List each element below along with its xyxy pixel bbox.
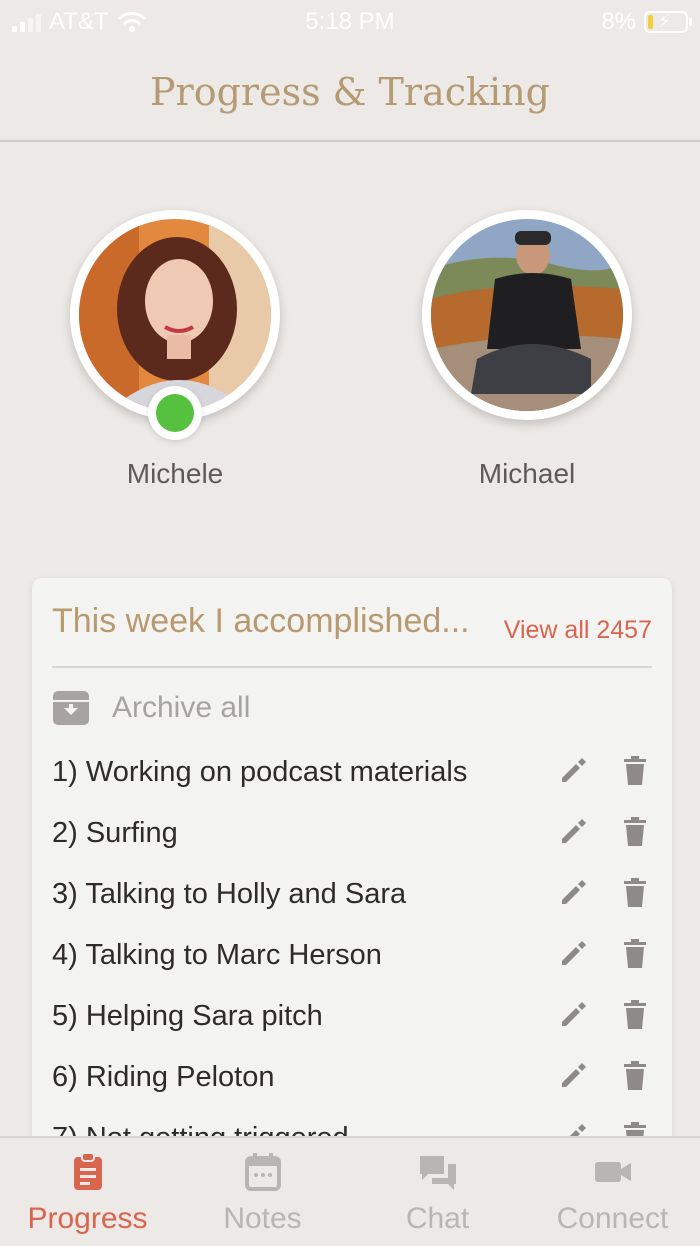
trash-icon[interactable]: [622, 817, 648, 847]
card-header: This week I accomplished... View all 245…: [52, 578, 652, 668]
tab-label: Connect: [556, 1202, 669, 1235]
list-item: 3) Talking to Holly and Sara: [32, 866, 672, 927]
list-item: 4) Talking to Marc Herson: [32, 927, 672, 988]
trash-icon[interactable]: [622, 878, 648, 908]
accomplishments-card: This week I accomplished... View all 245…: [32, 578, 672, 1198]
list-item: 6) Riding Peloton: [32, 1049, 672, 1110]
list-item: 1) Working on podcast materials: [32, 744, 672, 805]
pencil-icon[interactable]: [558, 939, 588, 969]
pencil-icon[interactable]: [558, 1061, 588, 1091]
pencil-icon[interactable]: [558, 817, 588, 847]
view-all-link[interactable]: View all 2457: [504, 616, 652, 645]
video-camera-icon: [594, 1162, 631, 1182]
chat-bubbles-icon: [419, 1156, 456, 1190]
status-bar: AT&T 5:18 PM 8% ⚡: [0, 0, 700, 44]
clipboard-icon: [73, 1152, 102, 1190]
avatar-photo-michele: [79, 219, 271, 411]
battery-icon: ⚡: [644, 11, 692, 33]
item-text: 4) Talking to Marc Herson: [52, 939, 382, 971]
item-text: 3) Talking to Holly and Sara: [52, 878, 407, 910]
avatar[interactable]: [70, 210, 280, 440]
tab-label: Notes: [223, 1202, 302, 1235]
battery-percent: 8%: [601, 8, 636, 35]
pencil-icon[interactable]: [558, 756, 588, 786]
card-title: This week I accomplished...: [52, 602, 470, 640]
person-name: Michael: [478, 458, 576, 489]
tab-progress[interactable]: Progress: [0, 1138, 175, 1246]
list-item: 2) Surfing: [32, 805, 672, 866]
trash-icon[interactable]: [622, 939, 648, 969]
trash-icon[interactable]: [622, 1061, 648, 1091]
item-text: 2) Surfing: [52, 817, 178, 849]
status-time: 5:18 PM: [305, 8, 395, 35]
item-text: 6) Riding Peloton: [52, 1061, 275, 1093]
page-title: Progress & Tracking: [149, 70, 550, 114]
person-michael[interactable]: Michael: [422, 210, 632, 490]
item-text: 5) Helping Sara pitch: [52, 1000, 323, 1032]
tab-label: Progress: [27, 1202, 148, 1235]
pencil-icon[interactable]: [558, 1000, 588, 1030]
archive-icon: [53, 691, 89, 725]
item-text: 1) Working on podcast materials: [52, 756, 468, 788]
archive-all-label: Archive all: [112, 691, 251, 724]
avatar[interactable]: [422, 210, 632, 420]
trash-icon[interactable]: [622, 1000, 648, 1030]
tab-connect[interactable]: Connect: [525, 1138, 700, 1246]
pencil-icon[interactable]: [558, 878, 588, 908]
accomplishment-list: 1) Working on podcast materials 2) Surfi…: [32, 744, 672, 1171]
avatar-photo-michael: [431, 219, 623, 411]
tab-bar: Progress Notes Chat Connect: [0, 1136, 700, 1246]
person-michele[interactable]: Michele: [70, 210, 280, 490]
list-item: 5) Helping Sara pitch: [32, 988, 672, 1049]
tab-notes[interactable]: Notes: [175, 1138, 350, 1246]
online-status-indicator: [148, 386, 202, 440]
page-header: Progress & Tracking: [0, 44, 700, 142]
tab-chat[interactable]: Chat: [350, 1138, 525, 1246]
calendar-icon: [244, 1153, 281, 1191]
person-name: Michele: [126, 458, 224, 489]
archive-all-button[interactable]: Archive all: [52, 690, 250, 726]
trash-icon[interactable]: [622, 756, 648, 786]
tab-label: Chat: [405, 1202, 470, 1235]
